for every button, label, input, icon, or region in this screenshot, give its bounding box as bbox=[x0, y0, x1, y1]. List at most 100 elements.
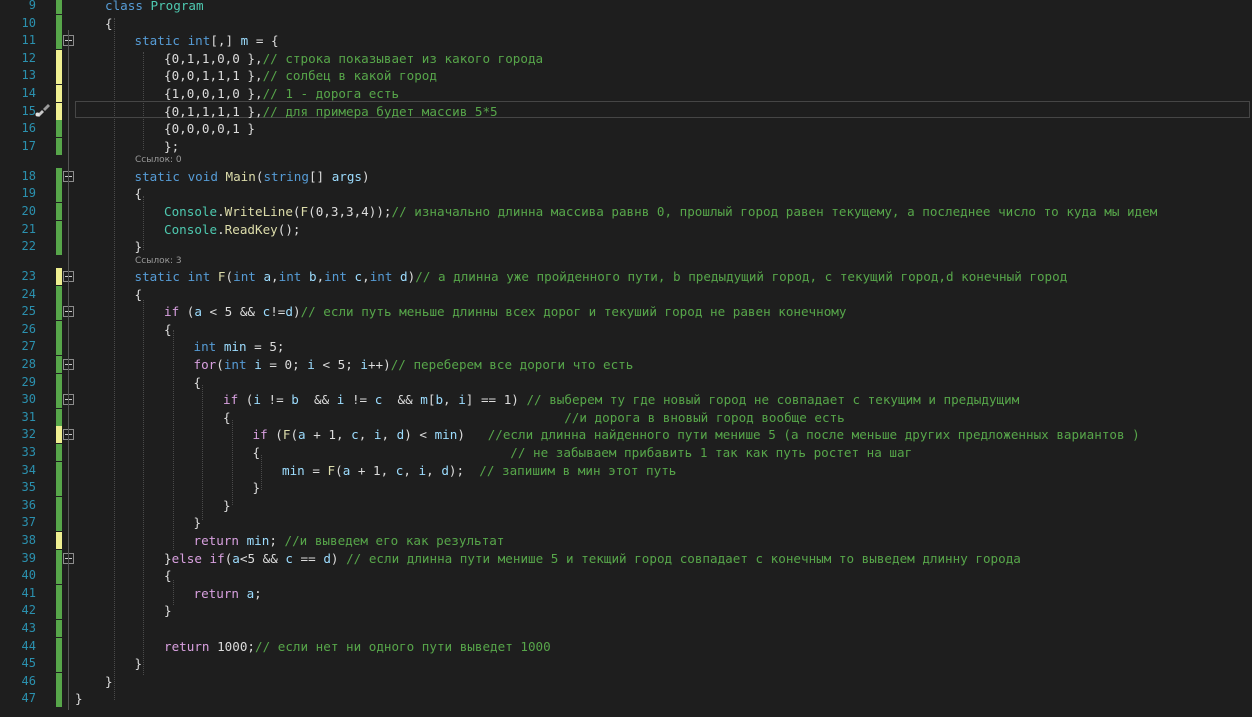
code-line[interactable]: 44 return 1000;// если нет ни одного пути… bbox=[0, 637, 1252, 655]
code-token: , bbox=[358, 427, 374, 443]
code-token: i bbox=[458, 392, 466, 408]
code-line[interactable]: 13 {0,0,1,1,1 },// солбец в какой город bbox=[0, 67, 1252, 85]
code-text: static void Main(string[] args) bbox=[135, 168, 370, 185]
code-text: {1,0,0,1,0 },// 1 - дорога есть bbox=[164, 85, 399, 102]
line-number: 44 bbox=[21, 638, 36, 653]
code-line[interactable]: 18 static void Main(string[] args) bbox=[0, 167, 1252, 185]
code-line[interactable]: 24 { bbox=[0, 285, 1252, 303]
code-line[interactable]: 23 static int F(int a,int b,int c,int d)/… bbox=[0, 268, 1252, 285]
code-line[interactable]: 40 { bbox=[0, 567, 1252, 585]
change-marker bbox=[56, 408, 62, 426]
code-token: ( bbox=[292, 203, 301, 219]
change-marker bbox=[56, 303, 62, 321]
code-text: } bbox=[105, 673, 113, 690]
change-marker bbox=[56, 0, 62, 14]
code-text: if (a < 5 && c!=d)// если путь меньше дл… bbox=[164, 303, 846, 320]
line-number: 32 bbox=[21, 427, 36, 442]
code-editor[interactable]: 9 class Program 10 {11 static int[,] m = {12… bbox=[0, 0, 1252, 717]
code-line[interactable]: 37} bbox=[0, 514, 1252, 532]
code-token: {0,0,0,0,1 } bbox=[164, 121, 255, 137]
code-line[interactable]: 12 {0,1,1,0,0 },// строка показывает из к… bbox=[0, 49, 1252, 67]
code-token: b bbox=[291, 392, 299, 408]
indent-guide bbox=[173, 580, 174, 605]
line-number: 16 bbox=[21, 121, 36, 136]
code-token: // запишим в мин этот путь bbox=[479, 462, 677, 478]
code-token: min bbox=[434, 427, 458, 443]
code-line[interactable]: 14 {1,0,0,1,0 },// 1 - дорога есть bbox=[0, 85, 1252, 102]
code-token: {0,1,1,0,0 }, bbox=[164, 50, 263, 66]
code-line[interactable]: 33 { // не забываем прибавить 1 так как п… bbox=[0, 444, 1252, 461]
change-marker bbox=[56, 602, 62, 620]
code-token: if bbox=[209, 550, 225, 566]
codelens-references[interactable]: Ссылок: 3 bbox=[135, 255, 182, 268]
code-line[interactable]: 25 if (a < 5 && c!=d)// если путь меньше … bbox=[0, 303, 1252, 321]
code-text: { bbox=[194, 374, 202, 391]
code-text: {0,0,0,0,1 } bbox=[164, 120, 255, 137]
code-line[interactable]: 31 { //и дорога в вновый город вообще ест… bbox=[0, 408, 1252, 426]
line-number: 37 bbox=[21, 515, 36, 530]
code-token: F bbox=[217, 269, 226, 284]
line-number: 9 bbox=[28, 0, 36, 12]
code-line[interactable]: 21 Console.ReadKey(); bbox=[0, 220, 1252, 238]
code-text: }; bbox=[164, 138, 179, 155]
code-line[interactable]: 11 static int[,] m = { bbox=[0, 32, 1252, 50]
indent-guide bbox=[202, 385, 203, 520]
code-token: , bbox=[443, 392, 459, 408]
code-token: Program bbox=[150, 0, 204, 13]
code-token: {1,0,0,1,0 }, bbox=[164, 86, 263, 101]
code-token: b bbox=[435, 392, 444, 408]
code-line[interactable]: 39}else if(a<5 && c == d) // если длинна… bbox=[0, 549, 1252, 567]
code-line[interactable]: 36} bbox=[0, 496, 1252, 514]
code-text: Console.ReadKey(); bbox=[164, 221, 301, 238]
code-text: } bbox=[135, 238, 143, 255]
code-line[interactable]: 34 min = F(a + 1, c, i, d); // запишим в … bbox=[0, 461, 1252, 479]
code-token: // выберем ту где новый город не совпада… bbox=[526, 392, 1020, 408]
change-marker bbox=[56, 137, 62, 155]
code-line[interactable]: 26 { bbox=[0, 320, 1252, 338]
code-line[interactable]: 17}; bbox=[0, 137, 1252, 155]
code-token: } bbox=[134, 656, 143, 672]
code-token: != bbox=[260, 392, 292, 408]
code-line[interactable]: 32 if (F(a + 1, c, i, d) < min) //если дл… bbox=[0, 426, 1252, 444]
code-line[interactable]: 19 { bbox=[0, 185, 1252, 203]
code-line[interactable]: 47} bbox=[0, 690, 1252, 708]
code-token: { bbox=[193, 374, 202, 390]
code-line[interactable]: 27 int min = 5; bbox=[0, 338, 1252, 356]
code-token: // если путь меньше длинны всех дорог и … bbox=[300, 304, 847, 320]
code-line[interactable]: 30 if (i != b && i != c && m[b, i] == 1) … bbox=[0, 391, 1252, 409]
code-token: string bbox=[263, 168, 309, 184]
code-token: ) bbox=[362, 168, 370, 184]
code-line[interactable]: 9 class Program bbox=[0, 0, 1252, 14]
change-marker bbox=[56, 356, 62, 373]
code-token: { bbox=[105, 15, 113, 31]
code-token: ) bbox=[457, 427, 488, 443]
code-token: i bbox=[254, 357, 262, 372]
code-line[interactable]: 41 return a; bbox=[0, 584, 1252, 602]
code-line[interactable]: 10 { bbox=[0, 14, 1252, 32]
code-line[interactable]: 35} bbox=[0, 479, 1252, 497]
change-marker bbox=[56, 620, 62, 637]
code-token: Main bbox=[225, 168, 256, 184]
code-line[interactable]: 15 {0,1,1,1,1 },// для примера будет масс… bbox=[0, 102, 1252, 120]
code-line[interactable]: 46} bbox=[0, 672, 1252, 690]
code-line[interactable]: 22} bbox=[0, 238, 1252, 256]
code-line[interactable]: 45} bbox=[0, 655, 1252, 673]
line-number: 40 bbox=[21, 568, 36, 583]
codelens-references[interactable]: Ссылок: 0 bbox=[135, 154, 182, 167]
code-token: ( bbox=[275, 427, 283, 443]
code-line[interactable]: 42} bbox=[0, 602, 1252, 620]
line-number: 11 bbox=[21, 33, 36, 48]
code-token: return bbox=[193, 533, 247, 548]
code-line[interactable]: 28 for(int i = 0; i < 5; i++)// переберем… bbox=[0, 356, 1252, 373]
code-token: (0,3,3,4)); bbox=[308, 203, 392, 219]
code-token: { bbox=[252, 445, 511, 460]
code-line[interactable]: 38 return min; //и выведем его как резуль… bbox=[0, 532, 1252, 549]
code-token: int bbox=[187, 269, 218, 284]
code-text: for(int i = 0; i < 5; i++)// переберем в… bbox=[194, 356, 634, 373]
code-line[interactable]: 20 Console.WriteLine(F(0,3,3,4));// изнач… bbox=[0, 202, 1252, 220]
line-number: 10 bbox=[21, 15, 36, 30]
code-token: , bbox=[403, 462, 419, 478]
code-line[interactable]: 43 bbox=[0, 620, 1252, 637]
code-line[interactable]: 16 {0,0,0,0,1 } bbox=[0, 120, 1252, 138]
code-line[interactable]: 29 { bbox=[0, 373, 1252, 391]
